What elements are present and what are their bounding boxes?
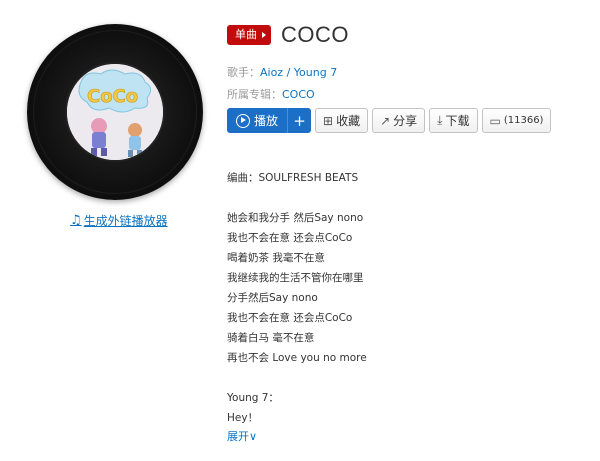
play-icon — [236, 113, 250, 128]
lyric-line: 我继续我的生活不管你在哪里 — [227, 272, 364, 284]
play-button[interactable]: 播放 — [227, 108, 288, 133]
album-link[interactable]: COCO — [282, 88, 315, 101]
singer-row: 歌手：Aioz / Young 7 — [227, 64, 337, 80]
download-icon: ⤓ — [437, 113, 443, 127]
lyric-line: 我也不会在意 还会点CoCo — [227, 312, 353, 324]
cover-art: CoCo — [67, 64, 163, 160]
lyric-line: 再也不会 Love you no more — [227, 352, 367, 364]
add-to-playlist-button[interactable]: + — [287, 108, 312, 133]
comment-button[interactable]: ▭ (11366) — [481, 108, 552, 133]
download-label: 下载 — [445, 114, 470, 128]
chevron-down-icon: ∨ — [249, 430, 258, 443]
single-badge: 单曲 — [227, 25, 271, 45]
comment-count: (11366) — [503, 115, 544, 126]
share-label: 分享 — [393, 114, 418, 128]
lyric-singer: Young 7： — [227, 392, 279, 404]
action-buttons: 播放 + ⊞ 收藏 ↗ 分享 ⤓ 下载 ▭ (11366) — [227, 108, 552, 133]
album-cover: CoCo — [65, 62, 165, 162]
singer-link[interactable]: Aioz / Young 7 — [260, 66, 337, 79]
external-player-label: 生成外链播放器 — [83, 214, 168, 228]
lyric-line: Hey！ — [227, 412, 259, 424]
comment-icon: ▭ — [489, 113, 501, 128]
album-row: 所属专辑：COCO — [227, 86, 315, 102]
lyric-line: 喝着奶茶 我毫不在意 — [227, 252, 325, 264]
album-disc: CoCo — [27, 24, 203, 200]
title-row: 单曲 COCO — [227, 22, 349, 48]
expand-label: 展开 — [227, 430, 249, 443]
share-button[interactable]: ↗ 分享 — [372, 108, 426, 133]
lyric-line: 她会和我分手 然后Say nono — [227, 212, 364, 224]
singer-label: 歌手： — [227, 66, 260, 79]
arranger-line: 编曲：SOULFRESH BEATS — [227, 172, 359, 184]
lyric-line: 分手然后Say nono — [227, 292, 318, 304]
collect-label: 收藏 — [336, 114, 361, 128]
download-button[interactable]: ⤓ 下载 — [429, 108, 478, 133]
cover-title: CoCo — [87, 86, 138, 107]
play-group: 播放 + — [227, 108, 312, 133]
lyrics: 编曲：SOULFRESH BEATS 她会和我分手 然后Say nono 我也不… — [227, 168, 367, 428]
music-note-icon: ♫ — [70, 213, 82, 228]
external-player-link[interactable]: ♫ 生成外链播放器 — [70, 212, 168, 229]
lyric-line: 骑着白马 毫不在意 — [227, 332, 315, 344]
album-label: 所属专辑： — [227, 88, 282, 101]
vinyl-record: CoCo — [27, 24, 203, 200]
song-title: COCO — [281, 22, 349, 47]
collect-icon: ⊞ — [323, 113, 334, 128]
collect-button[interactable]: ⊞ 收藏 — [315, 108, 369, 133]
lyric-line: 我也不会在意 还会点CoCo — [227, 232, 353, 244]
expand-lyrics-link[interactable]: 展开∨ — [227, 428, 257, 444]
play-label: 播放 — [254, 114, 279, 128]
share-icon: ↗ — [380, 113, 391, 128]
